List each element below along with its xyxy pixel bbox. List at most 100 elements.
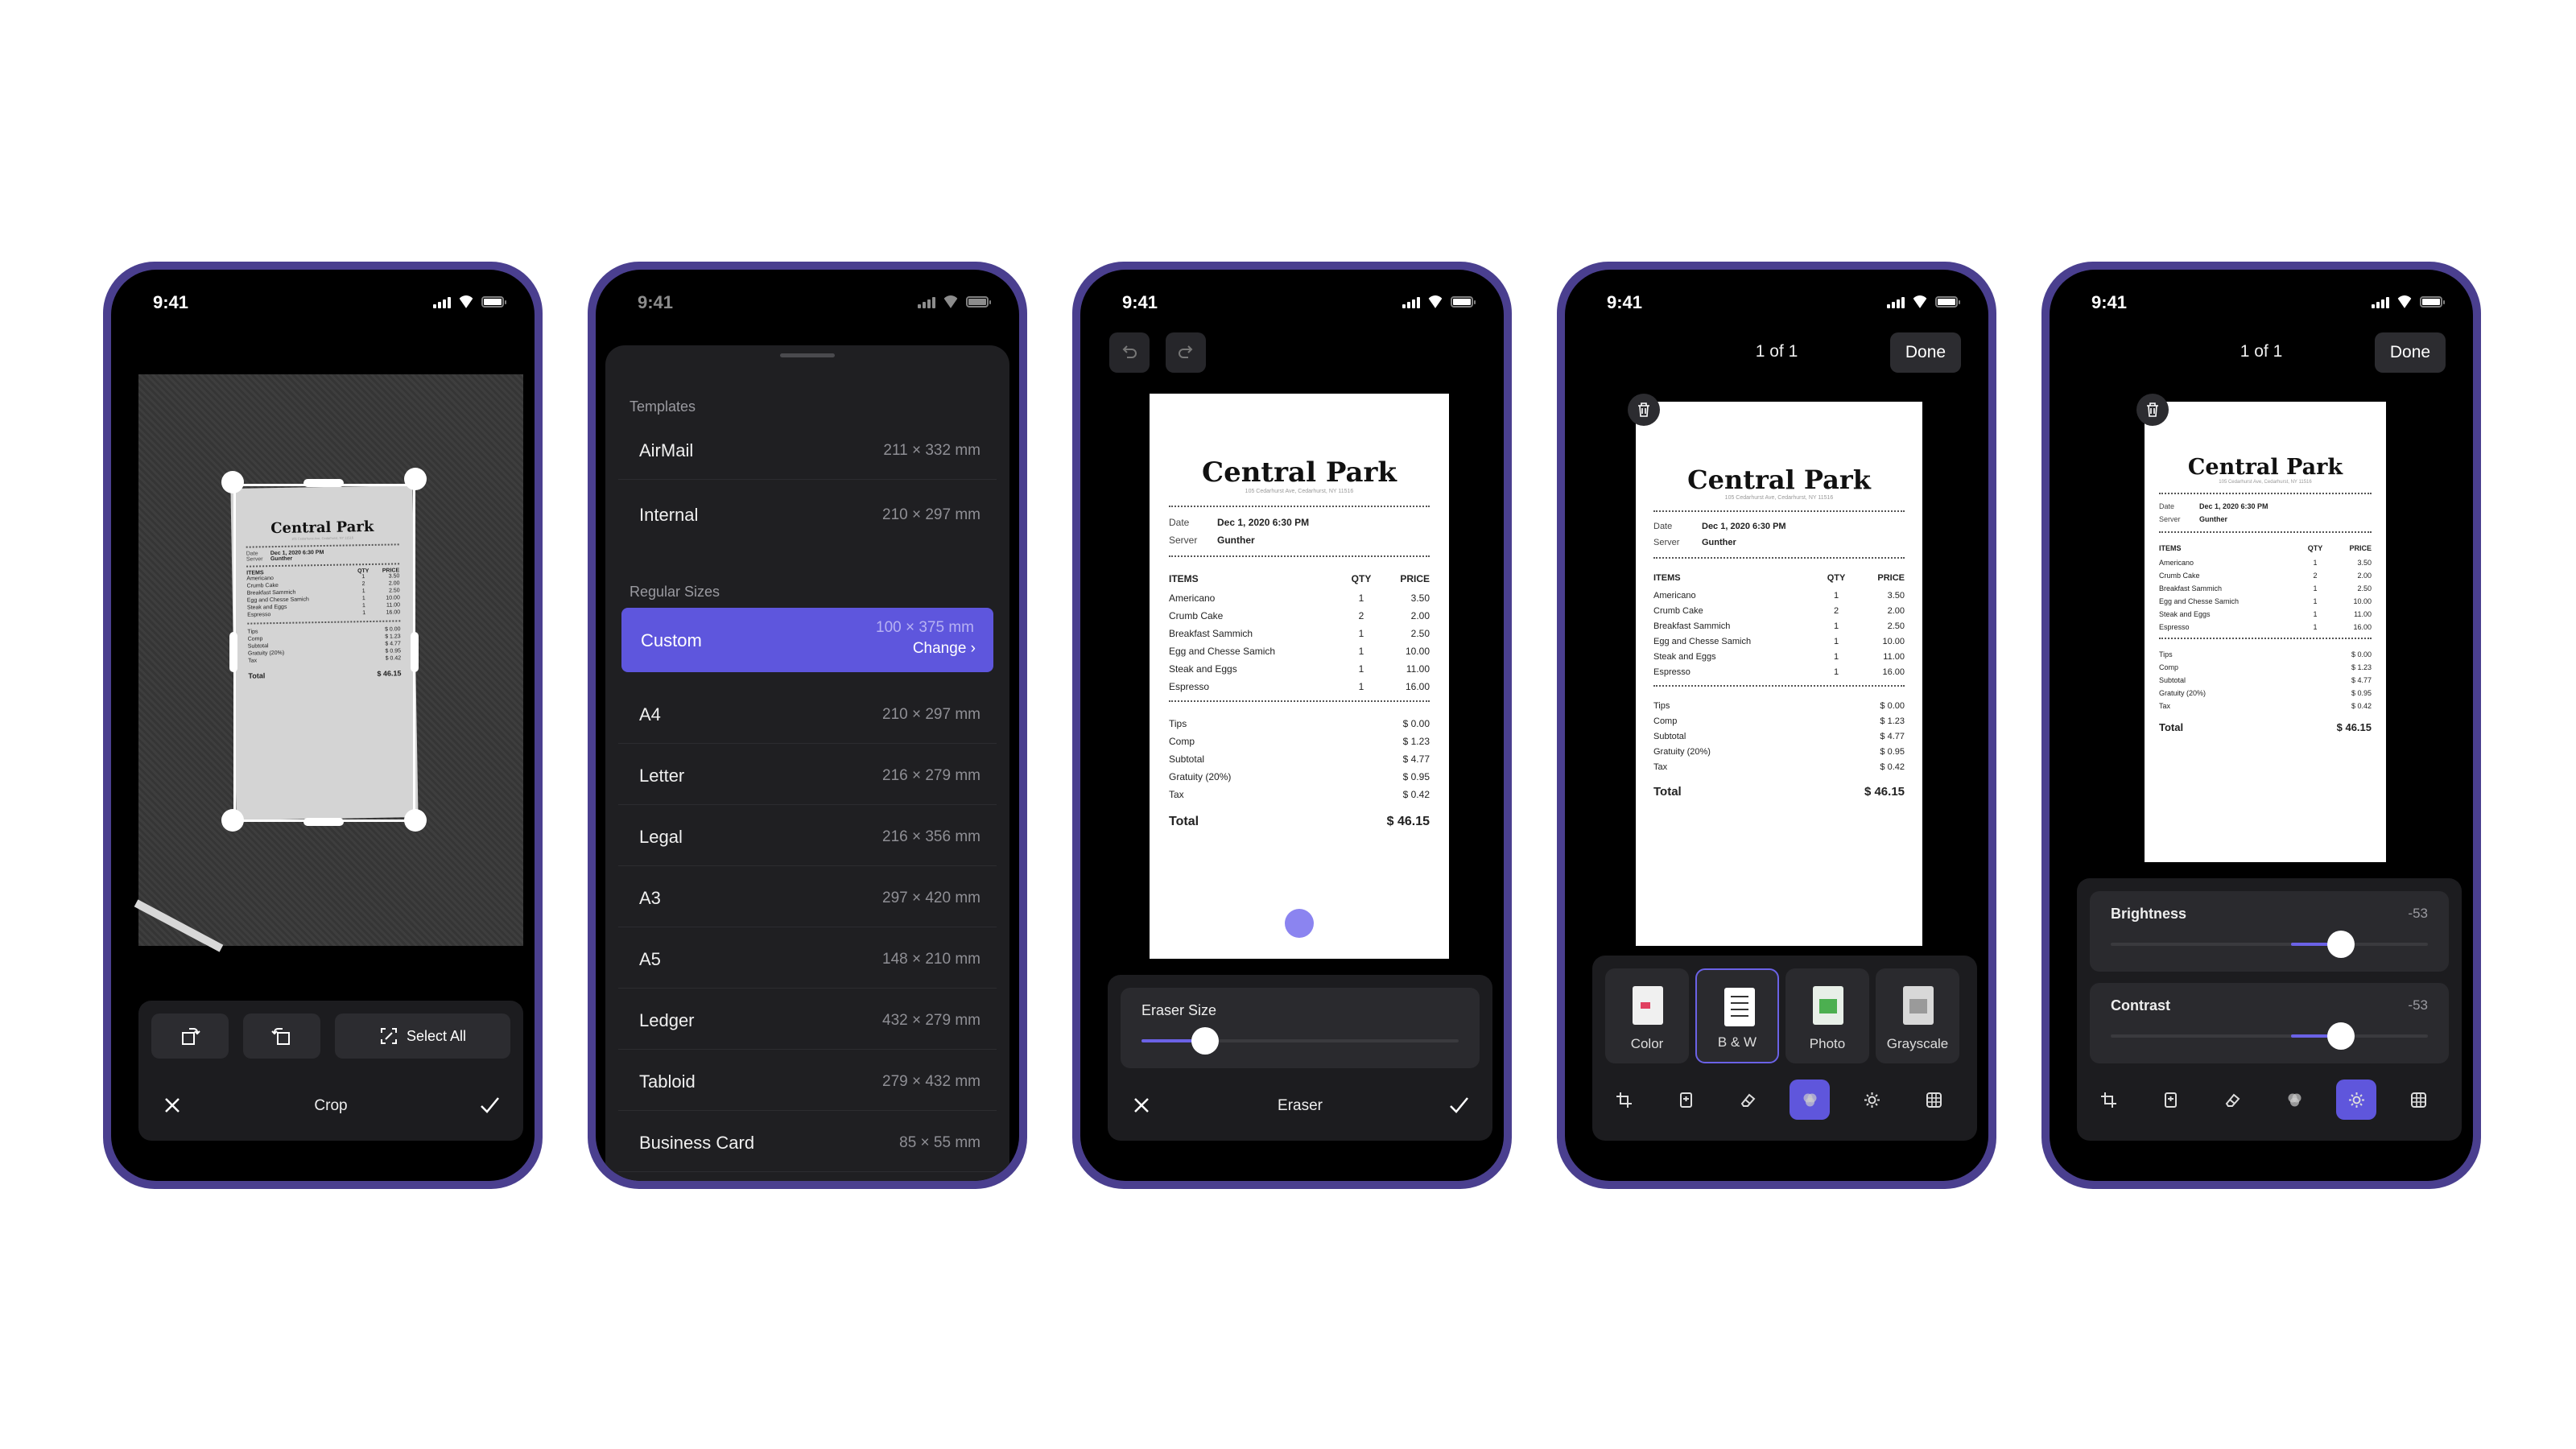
item-price: 11.00 — [1883, 652, 1905, 662]
undo-button[interactable] — [1109, 332, 1150, 373]
crop-tool-button[interactable] — [2088, 1080, 2128, 1120]
item-name: Espresso — [2159, 623, 2190, 631]
delete-page-button[interactable] — [1628, 394, 1660, 426]
change-link[interactable]: Change › — [913, 640, 976, 658]
item-qty: 1 — [1358, 628, 1364, 639]
summary-row: Comp $ 1.23 — [1169, 736, 1430, 747]
battery-icon — [966, 296, 991, 308]
redo-button[interactable] — [1166, 332, 1206, 373]
done-button[interactable]: Done — [2375, 332, 2446, 373]
contrast-label: Contrast — [2111, 997, 2171, 1013]
size-row-ledger[interactable]: Ledger 432 × 279 mm — [618, 988, 997, 1050]
item-name: Espresso — [1169, 681, 1210, 692]
eraser-screen: 9:41 Central Park 105 Cedarhurst Ave, Ce… — [1080, 270, 1504, 1181]
size-row-letter[interactable]: Letter 216 × 279 mm — [618, 743, 997, 805]
date-value: Dec 1, 2020 6:30 PM — [1702, 522, 1786, 531]
summary-row: Subtotal $ 4.77 — [2159, 676, 2372, 684]
crop-handle-left[interactable] — [229, 632, 237, 672]
crop-frame[interactable] — [233, 484, 415, 822]
size-row-tabloid[interactable]: Tabloid 279 × 432 mm — [618, 1049, 997, 1111]
adjust-screen: 9:41 1 of 1 Done Central Park 105 Cedarh… — [2050, 270, 2473, 1181]
filter-b-w[interactable]: B & W — [1695, 968, 1779, 1063]
size-dims: 297 × 420 mm — [882, 890, 980, 906]
status-time: 9:41 — [153, 292, 189, 312]
confirm-button[interactable] — [1443, 1089, 1475, 1121]
adjust-tool-button[interactable] — [2336, 1080, 2376, 1120]
size-row-a5[interactable]: A5 148 × 210 mm — [618, 927, 997, 989]
done-label: Done — [1905, 343, 1946, 361]
crop-handle-top-left[interactable] — [221, 471, 244, 493]
receipt-item-row: Americano 1 3.50 — [1169, 592, 1430, 604]
item-name: Egg and Chesse Samich — [2159, 597, 2240, 605]
phone-crop: 9:41 Central Park 105 Cedarhurst Ave, Ce… — [103, 262, 543, 1189]
filter-tool-button[interactable] — [1790, 1080, 1830, 1120]
photo-filter-icon — [1813, 986, 1843, 1025]
brightness-slider[interactable] — [2327, 931, 2355, 958]
select-all-button[interactable]: Select All — [335, 1013, 510, 1059]
summary-label: Gratuity (20%) — [1169, 771, 1232, 782]
grid-icon — [1926, 1092, 1942, 1108]
rotate-right-button[interactable] — [151, 1013, 229, 1059]
crop-handle-top[interactable] — [303, 479, 344, 487]
confirm-button[interactable] — [473, 1089, 506, 1121]
color-filter-icon — [1633, 986, 1663, 1025]
summary-label: Comp — [1169, 736, 1195, 747]
receipt-item-row: Steak and Eggs 1 11.00 — [1169, 663, 1430, 675]
status-bar: 9:41 — [2050, 289, 2473, 321]
select-all-icon — [380, 1028, 397, 1044]
crop-handle-bottom[interactable] — [303, 818, 344, 826]
contrast-slider[interactable] — [2327, 1022, 2355, 1050]
eraser-tool-button[interactable] — [1728, 1080, 1768, 1120]
done-button[interactable]: Done — [1890, 332, 1961, 373]
resize-tool-button[interactable] — [1666, 1080, 1706, 1120]
item-name: Steak and Eggs — [1653, 652, 1716, 662]
size-name: A4 — [639, 704, 661, 724]
summary-label: Subtotal — [1169, 753, 1205, 765]
grid-tool-button[interactable] — [2398, 1080, 2438, 1120]
receipt-item-row: Breakfast Sammich 1 2.50 — [2159, 584, 2372, 592]
receipt-item-row: Steak and Eggs 1 11.00 — [2159, 610, 2372, 618]
summary-row: Subtotal $ 4.77 — [1653, 732, 1905, 741]
size-row-business-card[interactable]: Business Card 85 × 55 mm — [618, 1110, 997, 1172]
sheet-grabber[interactable] — [780, 353, 835, 357]
template-dims: 211 × 332 mm — [883, 442, 980, 459]
text-line — [1731, 1015, 1748, 1017]
rotate-left-button[interactable] — [243, 1013, 320, 1059]
eraser-tool-button[interactable] — [2212, 1080, 2252, 1120]
summary-list: Tips $ 0.00 Comp $ 1.23 Subtotal $ 4.77 Gratui… — [1169, 718, 1430, 800]
eraser-size-slider[interactable] — [1191, 1027, 1219, 1055]
grid-tool-button[interactable] — [1913, 1080, 1954, 1120]
phone-size-picker: 9:41 Templates AirMail 211 × 332 mm Inte… — [588, 262, 1027, 1189]
size-row-legal[interactable]: Legal 216 × 356 mm — [618, 804, 997, 866]
delete-page-button[interactable] — [2136, 394, 2169, 426]
filter-tool-button[interactable] — [2274, 1080, 2314, 1120]
chevron-right-icon: › — [970, 640, 976, 657]
eraser-cursor[interactable] — [1285, 909, 1314, 938]
filter-photo[interactable]: Photo — [1785, 968, 1869, 1063]
size-row-a4[interactable]: A4 210 × 297 mm — [618, 682, 997, 744]
wifi-icon — [457, 295, 475, 308]
brightness-track[interactable] — [2111, 943, 2428, 946]
crop-handle-bottom-left[interactable] — [221, 809, 244, 832]
filter-color[interactable]: Color — [1605, 968, 1689, 1063]
crop-handle-bottom-right[interactable] — [404, 809, 427, 832]
adjust-tool-button[interactable] — [1852, 1080, 1892, 1120]
summary-value: $ 0.42 — [1880, 762, 1905, 772]
summary-row: Comp $ 1.23 — [2159, 663, 2372, 671]
summary-list: Tips $ 0.00 Comp $ 1.23 Subtotal $ 4.77 Gratui… — [2159, 650, 2372, 710]
size-row-custom[interactable]: Custom 100 × 375 mm Change › — [621, 608, 993, 672]
col-items: ITEMS — [1653, 573, 1681, 583]
crop-handle-right[interactable] — [411, 632, 419, 672]
crop-handle-top-right[interactable] — [404, 468, 427, 490]
crop-tool-button[interactable] — [1604, 1080, 1644, 1120]
filter-label: B & W — [1717, 1034, 1757, 1050]
template-row-internal[interactable]: Internal 210 × 297 mm — [618, 482, 997, 543]
size-sheet: Templates AirMail 211 × 332 mm Internal … — [605, 345, 1009, 1181]
contrast-track[interactable] — [2111, 1034, 2428, 1038]
adjust-toolbar: Brightness -53 Contrast -53 — [2077, 878, 2462, 1141]
filter-grayscale[interactable]: Grayscale — [1876, 968, 1959, 1063]
resize-tool-button[interactable] — [2150, 1080, 2190, 1120]
document-page: Central Park 105 Cedarhurst Ave, Cedarhu… — [2145, 402, 2386, 862]
size-row-a3[interactable]: A3 297 × 420 mm — [618, 865, 997, 927]
template-row-airmail[interactable]: AirMail 211 × 332 mm — [618, 418, 997, 480]
